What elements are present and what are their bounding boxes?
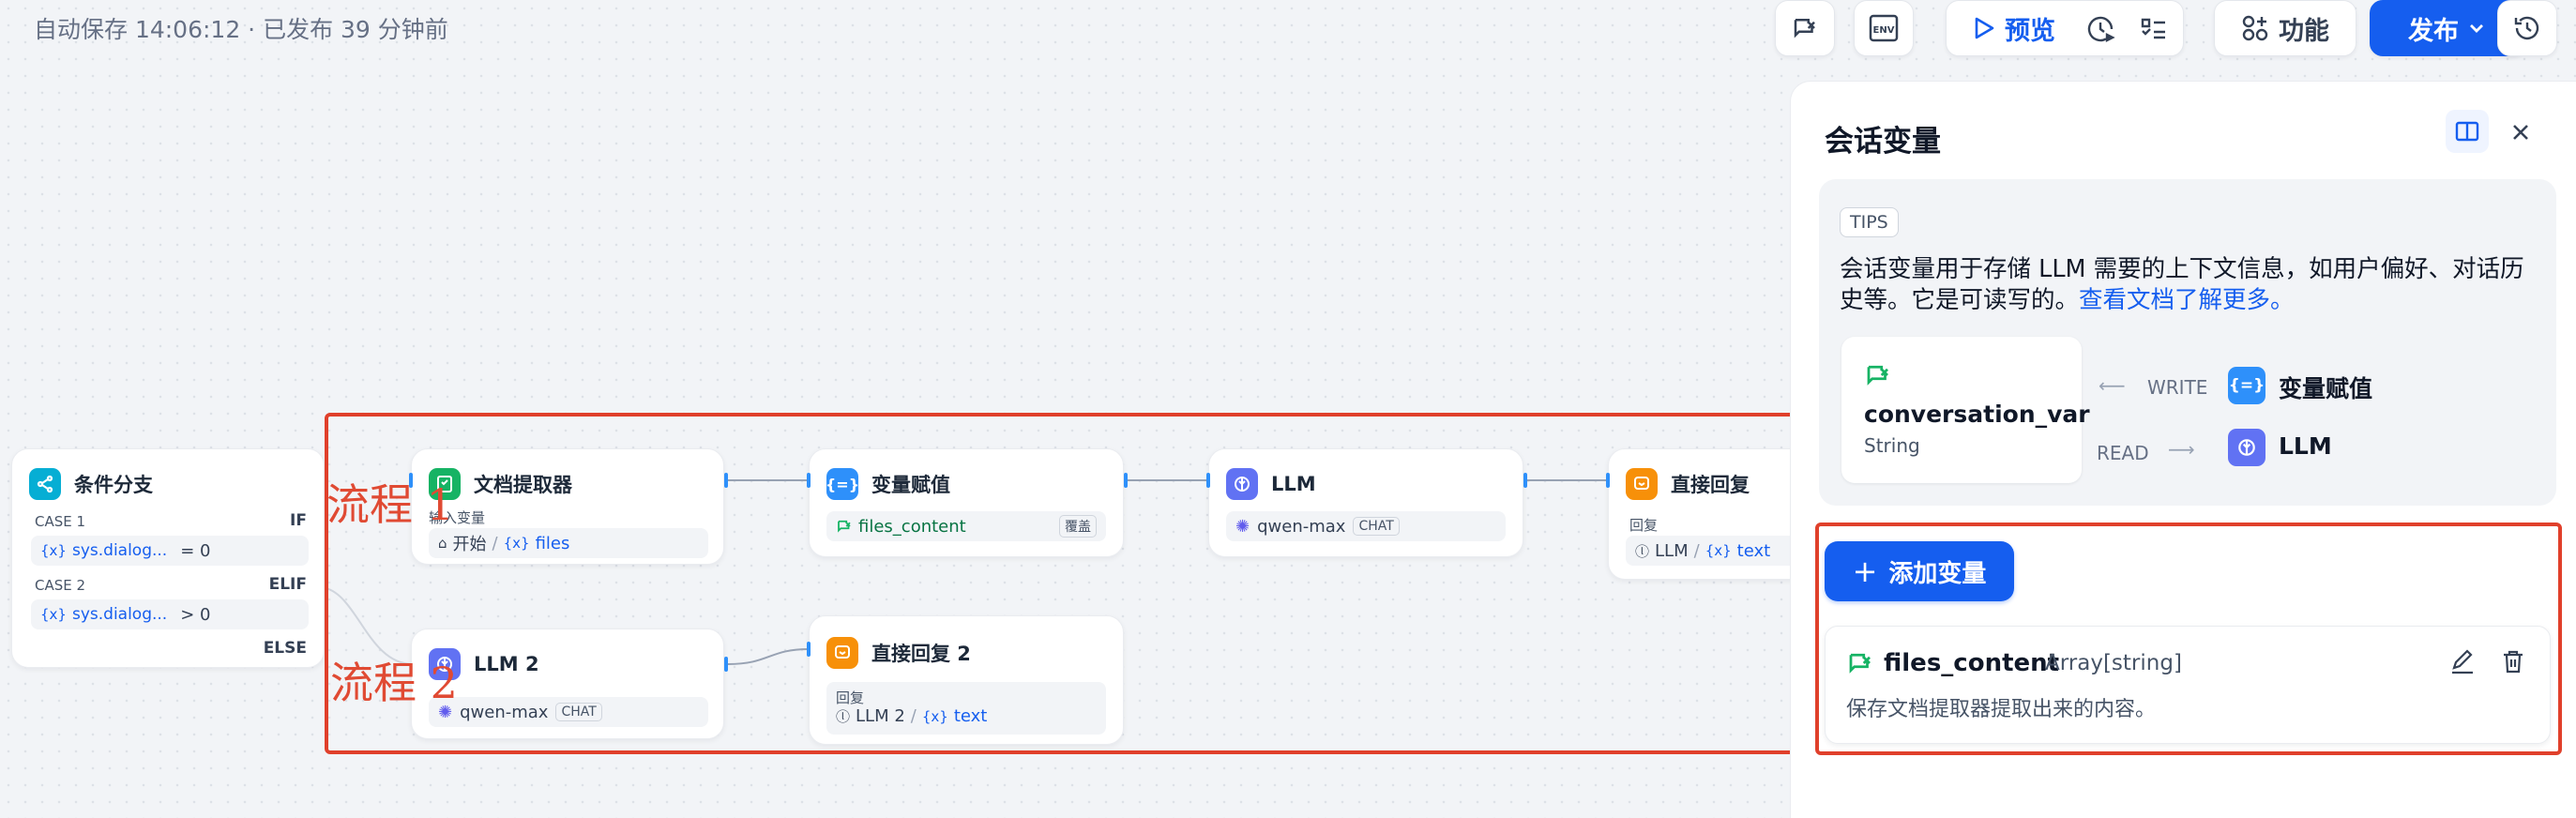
checklist-button[interactable] (2140, 14, 2168, 42)
chat-variable-icon (1794, 19, 1815, 38)
case1-condition: {x} sys.dialog... = 0 (31, 536, 309, 566)
chat-variable-icon (1867, 365, 1888, 386)
condition-branch-node[interactable]: 条件分支 CASE 1 IF {x} sys.dialog... = 0 CAS… (11, 448, 325, 668)
variable-type: Array[string] (2045, 651, 2182, 675)
else-keyword: ELSE (263, 639, 307, 658)
tips-tag: TIPS (1840, 207, 1899, 237)
svg-text:ENV: ENV (1873, 25, 1895, 36)
assigner-icon: {=} (2228, 367, 2265, 404)
clock-play-icon (2087, 16, 2115, 42)
delete-variable-button[interactable] (2499, 647, 2531, 679)
read-arrow-icon: ⟶ (2168, 438, 2195, 461)
llm-icon (2228, 429, 2265, 466)
history-icon (2514, 16, 2539, 40)
features-icon (2242, 15, 2268, 41)
variable-description: 保存文档提取器提取出来的内容。 (1846, 698, 2157, 721)
case1-keyword: IF (290, 511, 307, 530)
env-button[interactable]: ENV (1854, 0, 1914, 56)
add-variable-button[interactable]: + 添加变量 (1825, 541, 2014, 601)
flow2-annotation: 流程 2 (330, 658, 458, 708)
flows-highlight-box (325, 413, 1807, 754)
docs-button[interactable] (2446, 110, 2489, 153)
preview-button[interactable]: 预览 (1973, 10, 2055, 47)
book-icon (2455, 121, 2479, 142)
env-icon: ENV (1869, 14, 1899, 42)
node-title: 条件分支 (74, 474, 153, 496)
plus-icon: + (1852, 553, 1878, 589)
write-label: WRITE (2147, 376, 2208, 399)
checklist-icon (2141, 18, 2165, 39)
close-button[interactable] (2502, 114, 2539, 151)
case1-label: CASE 1 (35, 513, 86, 530)
variable-name: files_content (1884, 649, 2060, 677)
play-icon (1975, 17, 1994, 39)
tips-text: 会话变量用于存储 LLM 需要的上下文信息，如用户偏好、对话历史等。它是可读写的… (1840, 255, 2524, 314)
example-variable-type: String (1864, 434, 1920, 457)
close-icon (2513, 125, 2528, 140)
trash-icon (2504, 650, 2523, 674)
branch-icon (29, 468, 61, 500)
write-arrow-icon: ⟵ (2099, 374, 2126, 397)
case2-keyword: ELIF (268, 575, 307, 594)
edit-icon (2452, 649, 2473, 674)
flow1-annotation: 流程 1 (326, 479, 454, 530)
docs-link[interactable]: 查看文档了解更多。 (2079, 286, 2295, 314)
features-button[interactable]: 功能 (2214, 0, 2356, 56)
chevron-down-icon (2470, 24, 2483, 33)
preview-group: 预览 (1946, 0, 2184, 56)
tips-box: TIPS 会话变量用于存储 LLM 需要的上下文信息，如用户偏好、对话历史等。它… (1819, 179, 2556, 506)
edit-variable-button[interactable] (2448, 647, 2480, 679)
conversation-variables-panel: 会话变量 TIPS 会话变量用于存储 LLM 需要的上下文信息，如用户偏好、对话… (1790, 81, 2576, 818)
read-label: READ (2097, 442, 2149, 464)
toolbar: ENV 预览 功能 发布 (1773, 0, 2576, 58)
chat-variable-icon (1849, 653, 1871, 674)
version-history-button-box[interactable] (2497, 0, 2557, 56)
run-history-button[interactable] (2085, 14, 2115, 44)
write-target: 变量赋值 (2279, 375, 2373, 402)
case2-condition: {x} sys.dialog... > 0 (31, 599, 309, 629)
variable-card[interactable]: files_content Array[string] 保存文档提取器提取出来的… (1825, 626, 2551, 744)
example-variable-card: conversation_var String (1841, 337, 2090, 483)
panel-title: 会话变量 (1825, 125, 1941, 159)
example-variable-name: conversation_var (1864, 401, 2090, 428)
read-target: LLM (2279, 432, 2332, 460)
case2-label: CASE 2 (35, 577, 86, 594)
